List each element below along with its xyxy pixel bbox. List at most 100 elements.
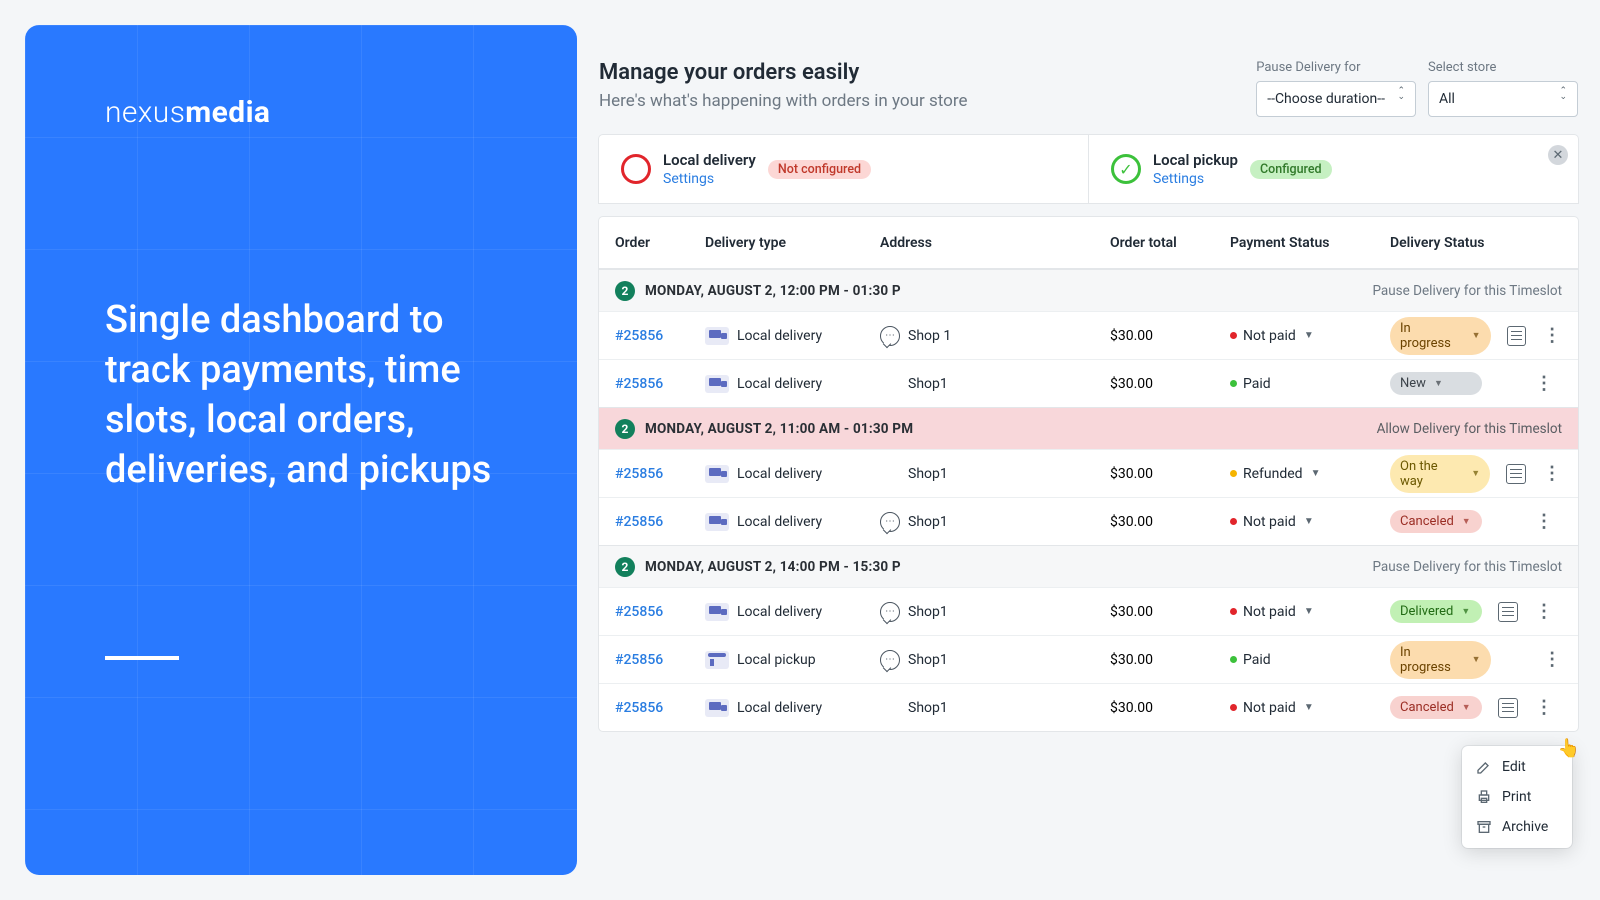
note-icon[interactable]	[1498, 698, 1518, 718]
chevron-down-icon: ▼	[1311, 468, 1321, 479]
kebab-icon[interactable]: ⋮	[1534, 374, 1554, 394]
delivery-status-pill[interactable]: Canceled▼	[1390, 696, 1482, 719]
order-id-link[interactable]: #25856	[615, 328, 705, 344]
payment-status-cell[interactable]: Not paid▼	[1230, 514, 1390, 530]
table-header: Order Delivery type Address Order total …	[599, 217, 1578, 269]
truck-icon	[705, 699, 729, 717]
payment-status-cell: Paid	[1230, 652, 1390, 668]
payment-status-label: Not paid	[1243, 604, 1296, 620]
delivery-status-cell: Canceled▼ ⋮	[1390, 696, 1562, 719]
menu-print-label: Print	[1502, 789, 1531, 805]
group-timeslot-action[interactable]: Pause Delivery for this Timeslot	[1372, 283, 1562, 299]
table-row: #25856Local delivery Shop1 $30.00Not paid▼…	[599, 683, 1578, 731]
delivery-type-cell: Local delivery	[705, 603, 880, 621]
config-cards: Local delivery Settings Not configured ✓…	[599, 135, 1578, 203]
dashboard: Manage your orders easily Here's what's …	[589, 0, 1600, 900]
kebab-icon[interactable]: ⋮	[1542, 464, 1562, 484]
col-address: Address	[880, 235, 1110, 251]
delivery-status-label: In progress	[1400, 645, 1464, 675]
delivery-status-pill[interactable]: In progress▼	[1390, 641, 1491, 679]
delivery-type-label: Local delivery	[737, 514, 822, 530]
select-store-select[interactable]: All	[1428, 81, 1578, 117]
pause-delivery-select[interactable]: --Choose duration--	[1256, 81, 1416, 117]
address-label: Shop 1	[908, 328, 951, 344]
menu-edit[interactable]: Edit	[1462, 752, 1572, 782]
payment-status-cell: Paid	[1230, 376, 1390, 392]
order-id-link[interactable]: #25856	[615, 652, 705, 668]
promo-headline: Single dashboard to track payments, time…	[105, 295, 497, 496]
chat-icon[interactable]	[880, 602, 900, 622]
order-id-link[interactable]: #25856	[615, 700, 705, 716]
order-id-link[interactable]: #25856	[615, 466, 705, 482]
delivery-status-pill[interactable]: In progress▼	[1390, 317, 1491, 355]
menu-print[interactable]: Print	[1462, 782, 1572, 812]
kebab-icon[interactable]: ⋮	[1542, 326, 1562, 346]
promo-panel: nexusmedia Single dashboard to track pay…	[25, 25, 577, 875]
table-row: #25856Local deliveryShop 1$30.00Not paid…	[599, 311, 1578, 359]
chat-icon[interactable]	[880, 650, 900, 670]
note-icon[interactable]	[1507, 326, 1527, 346]
address-label: Shop1	[908, 376, 948, 392]
address-cell: Shop1	[880, 602, 1110, 622]
note-icon[interactable]	[1498, 602, 1518, 622]
timeslot-group-header: 2MONDAY, AUGUST 2, 11:00 AM - 01:30 PMAl…	[599, 407, 1578, 449]
delivery-type-label: Local delivery	[737, 376, 822, 392]
truck-icon	[705, 375, 729, 393]
payment-status-label: Refunded	[1243, 466, 1303, 482]
group-timeslot-action[interactable]: Allow Delivery for this Timeslot	[1377, 421, 1562, 437]
local-delivery-settings-link[interactable]: Settings	[663, 171, 756, 187]
delivery-type-label: Local delivery	[737, 466, 822, 482]
address-label: Shop1	[908, 700, 948, 716]
kebab-icon[interactable]: ⋮	[1534, 698, 1554, 718]
menu-edit-label: Edit	[1502, 759, 1526, 775]
note-icon[interactable]	[1506, 464, 1526, 484]
local-delivery-card: Local delivery Settings Not configured	[599, 135, 1088, 203]
order-id-link[interactable]: #25856	[615, 604, 705, 620]
payment-status-cell[interactable]: Refunded ▼	[1230, 466, 1390, 482]
order-total: $30.00	[1110, 700, 1230, 716]
chevron-down-icon: ▼	[1434, 378, 1443, 389]
table-row: #25856Local deliveryShop1$30.00Not paid▼…	[599, 587, 1578, 635]
delivery-status-label: Canceled	[1400, 514, 1454, 529]
col-delivery-status: Delivery Status	[1390, 235, 1562, 251]
status-dot-icon	[1230, 608, 1237, 615]
group-date-label: MONDAY, AUGUST 2, 14:00 PM - 15:30 P	[645, 559, 901, 575]
order-total: $30.00	[1110, 514, 1230, 530]
delivery-status-pill[interactable]: New▼	[1390, 372, 1482, 395]
configured-badge: Configured	[1250, 160, 1332, 179]
status-dot-icon	[1230, 332, 1237, 339]
menu-archive[interactable]: Archive	[1462, 812, 1572, 842]
delivery-status-pill[interactable]: Canceled▼	[1390, 510, 1482, 533]
chat-icon[interactable]	[880, 512, 900, 532]
chat-icon[interactable]	[880, 326, 900, 346]
close-icon[interactable]: ✕	[1548, 145, 1568, 165]
status-dot-icon	[1230, 470, 1237, 477]
group-date-label: MONDAY, AUGUST 2, 11:00 AM - 01:30 PM	[645, 421, 913, 437]
delivery-type-cell: Local delivery	[705, 699, 880, 717]
pause-delivery-label: Pause Delivery for	[1256, 60, 1416, 75]
configured-icon: ✓	[1111, 154, 1141, 184]
delivery-status-cell: On the way▼ ⋮	[1390, 455, 1562, 493]
delivery-type-cell: Local pickup	[705, 651, 880, 669]
chevron-down-icon: ▼	[1304, 606, 1314, 617]
payment-status-cell[interactable]: Not paid▼	[1230, 700, 1390, 716]
order-id-link[interactable]: #25856	[615, 376, 705, 392]
table-row: #25856Local pickupShop1$30.00PaidIn prog…	[599, 635, 1578, 683]
delivery-status-label: In progress	[1400, 321, 1464, 351]
local-pickup-settings-link[interactable]: Settings	[1153, 171, 1238, 187]
kebab-icon[interactable]: ⋮	[1534, 512, 1554, 532]
kebab-icon[interactable]: ⋮	[1542, 650, 1562, 670]
not-configured-badge: Not configured	[768, 160, 871, 179]
brand-light: nexus	[105, 95, 185, 130]
delivery-status-pill[interactable]: On the way▼	[1390, 455, 1490, 493]
delivery-status-label: Canceled	[1400, 700, 1454, 715]
payment-status-cell[interactable]: Not paid▼	[1230, 328, 1390, 344]
kebab-icon[interactable]: ⋮	[1534, 602, 1554, 622]
payment-status-label: Not paid	[1243, 328, 1296, 344]
delivery-status-pill[interactable]: Delivered▼	[1390, 600, 1482, 623]
order-id-link[interactable]: #25856	[615, 514, 705, 530]
group-timeslot-action[interactable]: Pause Delivery for this Timeslot	[1372, 559, 1562, 575]
address-label: Shop1	[908, 604, 948, 620]
delivery-status-cell: New▼ ⋮	[1390, 372, 1562, 395]
payment-status-cell[interactable]: Not paid ▼	[1230, 604, 1390, 620]
